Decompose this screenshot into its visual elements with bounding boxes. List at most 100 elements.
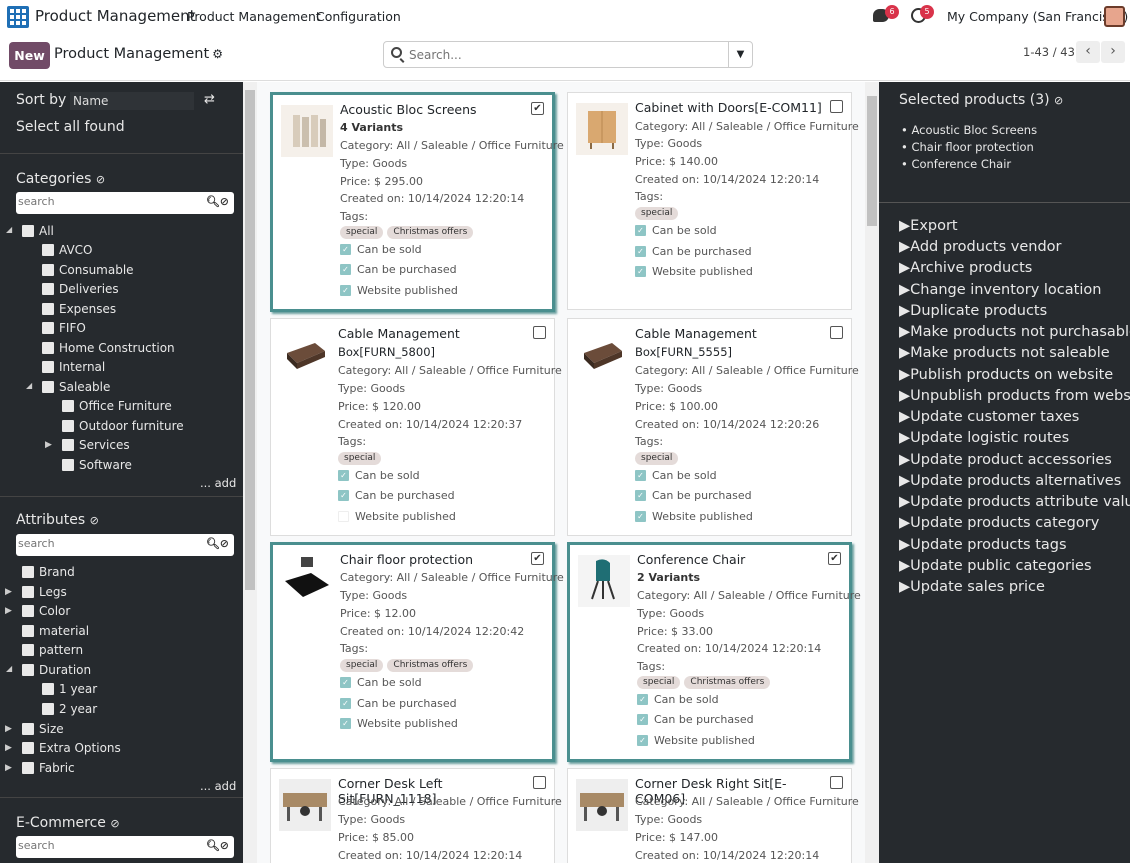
- category-item[interactable]: AVCO: [42, 241, 92, 259]
- card-checkbox[interactable]: [830, 100, 843, 113]
- checkbox[interactable]: [42, 342, 54, 354]
- checkbox[interactable]: [42, 283, 54, 295]
- product-card[interactable]: Chair floor protection ✔ Category: All /…: [270, 542, 564, 762]
- menu-configuration[interactable]: Configuration: [316, 9, 401, 24]
- clear-icon[interactable]: ⊘: [110, 817, 119, 830]
- clear-icon[interactable]: ⊘: [96, 173, 105, 186]
- card-checkbox[interactable]: ✔: [531, 102, 544, 115]
- checkbox[interactable]: [42, 303, 54, 315]
- clear-icon[interactable]: ⊘: [90, 514, 99, 527]
- action-archive-products[interactable]: ▶Archive products: [899, 260, 1032, 276]
- attributes-search-input[interactable]: [18, 537, 188, 550]
- checkbox[interactable]: [22, 762, 34, 774]
- gear-icon[interactable]: ⚙: [212, 47, 223, 61]
- attribute-item[interactable]: Color: [22, 602, 70, 620]
- category-item[interactable]: Consumable: [42, 261, 134, 279]
- checkbox[interactable]: [62, 439, 74, 451]
- expand-icon[interactable]: ▶: [5, 587, 12, 597]
- user-avatar[interactable]: [1104, 6, 1125, 27]
- action-update-attribute-values[interactable]: ▶Update products attribute values: [899, 494, 1130, 510]
- pager-value[interactable]: 1-43 / 43: [1023, 45, 1075, 59]
- expand-icon[interactable]: ▶: [5, 743, 12, 753]
- search-dropdown-toggle[interactable]: ▼: [728, 42, 752, 67]
- action-change-inventory-location[interactable]: ▶Change inventory location: [899, 282, 1101, 298]
- attribute-item[interactable]: pattern: [22, 641, 83, 659]
- attribute-item[interactable]: Extra Options: [22, 739, 121, 757]
- menu-product-management[interactable]: Product Management: [187, 9, 321, 24]
- checkbox[interactable]: [22, 625, 34, 637]
- action-add-products-vendor[interactable]: ▶Add products vendor: [899, 239, 1062, 255]
- main-scrollbar[interactable]: [865, 82, 879, 863]
- product-card[interactable]: Cable Management Box[FURN_5800] Category…: [270, 318, 562, 536]
- action-update-products-category[interactable]: ▶Update products category: [899, 515, 1099, 531]
- checkbox[interactable]: [62, 459, 74, 471]
- checkbox[interactable]: [42, 322, 54, 334]
- category-item[interactable]: Software: [62, 456, 132, 474]
- action-make-not-purchasable[interactable]: ▶Make products not purchasable: [899, 324, 1130, 340]
- checkbox[interactable]: [42, 381, 54, 393]
- category-item[interactable]: Outdoor furniture: [62, 417, 184, 435]
- search-clear-icons[interactable]: 🔍︎⊘: [206, 839, 229, 852]
- category-item[interactable]: All: [22, 222, 54, 240]
- checkbox[interactable]: [22, 586, 34, 598]
- category-item[interactable]: Office Furniture: [62, 397, 172, 415]
- attribute-item[interactable]: 2 year: [42, 700, 97, 718]
- attribute-item[interactable]: 1 year: [42, 680, 97, 698]
- attribute-item[interactable]: Duration: [22, 661, 91, 679]
- checkbox[interactable]: [22, 664, 34, 676]
- attribute-item[interactable]: Size: [22, 720, 64, 738]
- search-clear-icons[interactable]: 🔍︎⊘: [206, 195, 229, 208]
- checkbox[interactable]: [22, 566, 34, 578]
- checkbox[interactable]: [42, 264, 54, 276]
- action-unpublish-from-website[interactable]: ▶Unpublish products from website: [899, 388, 1130, 404]
- expand-icon[interactable]: ▶: [45, 440, 52, 450]
- checkbox[interactable]: [42, 361, 54, 373]
- sort-select[interactable]: Name: [70, 92, 194, 110]
- category-item[interactable]: Services: [62, 436, 130, 454]
- new-button[interactable]: New: [9, 42, 50, 69]
- product-card[interactable]: Corner Desk Right Sit[E-COM06] Category:…: [567, 768, 859, 863]
- product-card[interactable]: Acoustic Bloc Screens ✔ 4 Variants Categ…: [270, 92, 564, 312]
- product-card[interactable]: Cabinet with Doors[E-COM11] Category: Al…: [567, 92, 859, 310]
- clear-selection-icon[interactable]: ⊘: [1054, 94, 1063, 107]
- product-card[interactable]: Conference Chair ✔ 2 Variants Category: …: [567, 542, 861, 762]
- collapse-icon[interactable]: ◢: [26, 381, 32, 390]
- category-item[interactable]: Saleable: [42, 378, 110, 396]
- category-item[interactable]: FIFO: [42, 319, 86, 337]
- categories-add-link[interactable]: ... add: [200, 476, 236, 490]
- checkbox[interactable]: [22, 723, 34, 735]
- checkbox[interactable]: [62, 420, 74, 432]
- sort-direction-icon[interactable]: ⇄: [204, 92, 215, 107]
- search-clear-icons[interactable]: 🔍︎⊘: [206, 537, 229, 550]
- app-grid-icon[interactable]: [7, 6, 29, 28]
- action-update-product-accessories[interactable]: ▶Update product accessories: [899, 452, 1112, 468]
- checkbox[interactable]: [42, 683, 54, 695]
- action-duplicate-products[interactable]: ▶Duplicate products: [899, 303, 1047, 319]
- pager-next-button[interactable]: ›: [1101, 41, 1125, 63]
- action-make-not-saleable[interactable]: ▶Make products not saleable: [899, 345, 1110, 361]
- attribute-item[interactable]: Fabric: [22, 759, 75, 777]
- checkbox[interactable]: [42, 244, 54, 256]
- pager-previous-button[interactable]: ‹: [1076, 41, 1100, 63]
- product-card[interactable]: Cable Management Box[FURN_5555] Category…: [567, 318, 859, 536]
- expand-icon[interactable]: ▶: [5, 724, 12, 734]
- checkbox[interactable]: [42, 703, 54, 715]
- category-item[interactable]: Expenses: [42, 300, 116, 318]
- checkbox[interactable]: [22, 225, 34, 237]
- category-item[interactable]: Home Construction: [42, 339, 175, 357]
- categories-search-input[interactable]: [18, 195, 188, 208]
- product-card[interactable]: Corner Desk Left Sit[FURN_1118] Category…: [270, 768, 562, 863]
- action-publish-on-website[interactable]: ▶Publish products on website: [899, 367, 1113, 383]
- card-checkbox[interactable]: [533, 326, 546, 339]
- card-checkbox[interactable]: ✔: [828, 552, 841, 565]
- company-switcher[interactable]: My Company (San Francisco): [947, 9, 1128, 24]
- attribute-item[interactable]: Legs: [22, 583, 67, 601]
- action-update-products-alternatives[interactable]: ▶Update products alternatives: [899, 473, 1121, 489]
- scrollbar-thumb[interactable]: [867, 96, 877, 226]
- expand-icon[interactable]: ▶: [5, 606, 12, 616]
- select-all-link[interactable]: Select all found: [16, 119, 125, 135]
- app-title[interactable]: Product Management: [35, 7, 196, 25]
- category-item[interactable]: Deliveries: [42, 280, 119, 298]
- ecommerce-search-input[interactable]: [18, 839, 188, 852]
- search-input[interactable]: [409, 46, 724, 63]
